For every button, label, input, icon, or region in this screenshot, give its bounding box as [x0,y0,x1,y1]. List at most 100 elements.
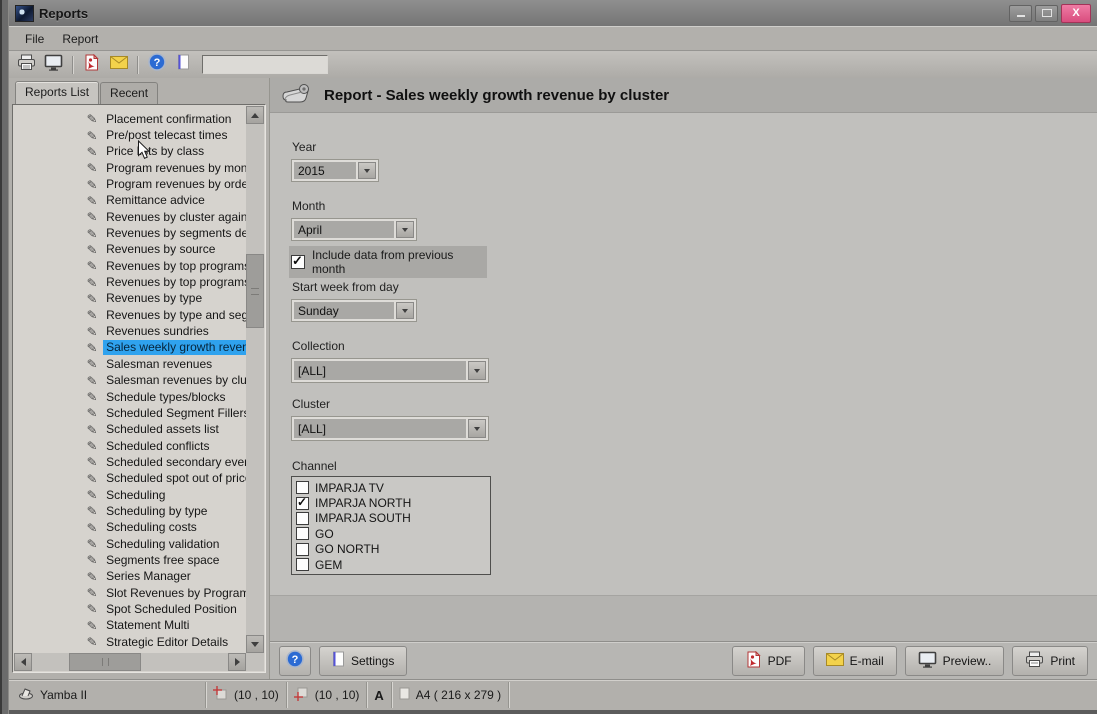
report-list-item[interactable]: ✎ Scheduled Segment Fillers [14,405,246,421]
chevron-down-icon [402,228,408,235]
channel-checkbox[interactable] [296,481,309,494]
report-list-item[interactable]: ✎ Revenues by segments deta [14,225,246,241]
report-list-item[interactable]: ✎ Segments free space [14,552,246,568]
email-button[interactable]: E-mail [813,646,897,676]
print-toolbar-button[interactable] [14,53,39,76]
preview-toolbar-button[interactable] [41,53,66,76]
scroll-down-button[interactable] [246,635,264,653]
include-previous-row[interactable]: Include data from previous month [289,246,487,278]
channel-option[interactable]: GO NORTH [296,542,490,557]
month-dropdown-arrow[interactable] [396,221,414,238]
settings-button[interactable]: Settings [319,646,407,676]
report-list-item[interactable]: ✎ Scheduled secondary events [14,454,246,470]
pdf-icon [83,54,100,76]
include-previous-checkbox[interactable] [291,255,305,269]
horizontal-scroll-thumb[interactable] [69,653,141,671]
report-list-item[interactable]: ✎ Price lists by class [14,144,246,160]
channel-listbox[interactable]: IMPARJA TV IMPARJA NORTH IMPARJA SOUTH [291,476,491,575]
minimize-button[interactable] [1009,5,1032,22]
email-icon [826,653,844,669]
report-list-item[interactable]: ✎ Strategic Editor Details [14,634,246,650]
report-list-item[interactable]: ✎ Revenues by top programs F [14,274,246,290]
tab[interactable]: Reports List [15,81,99,104]
year-dropdown-arrow[interactable] [358,162,376,179]
email-toolbar-button[interactable] [106,53,131,76]
status-profile: Yamba II [11,682,206,708]
report-list-item[interactable]: ✎ Remittance advice [14,193,246,209]
pdf-toolbar-button[interactable] [79,53,104,76]
collection-dropdown-arrow[interactable] [468,361,486,380]
channel-checkbox[interactable] [296,558,309,571]
report-list-item[interactable]: ✎ Revenues by cluster against [14,209,246,225]
channel-option[interactable]: GO [296,526,490,541]
cluster-dropdown[interactable]: [ALL] [291,416,489,441]
svg-text:?: ? [153,57,160,69]
report-list-item[interactable]: ✎ Series Manager [14,569,246,585]
toolbar: ? [9,50,1097,78]
toolbar-input[interactable] [202,55,328,74]
report-list-item[interactable]: ✎ Revenues by source [14,242,246,258]
cluster-dropdown-arrow[interactable] [468,419,486,438]
report-list-item[interactable]: ✎ Salesman revenues [14,356,246,372]
pdf-button[interactable]: PDF [732,646,805,676]
tab[interactable]: Recent [100,82,158,104]
menu-report[interactable]: Report [54,29,106,49]
help-toolbar-button[interactable]: ? [144,53,169,76]
channel-checkbox[interactable] [296,497,309,510]
report-list-item[interactable]: ✎ Scheduling by type [14,503,246,519]
page-toolbar-button[interactable] [171,53,196,76]
channel-checkbox[interactable] [296,543,309,556]
scroll-left-button[interactable] [14,653,32,671]
channel-option[interactable]: IMPARJA TV [296,480,490,495]
report-list-item[interactable]: ✎ Pre/post telecast times [14,127,246,143]
year-dropdown[interactable]: 2015 [291,159,379,182]
report-list-item[interactable]: ✎ Scheduled assets list [14,422,246,438]
horizontal-scrollbar[interactable] [14,653,246,671]
report-list-item[interactable]: ✎ Scheduling [14,487,246,503]
menu-file[interactable]: File [17,29,52,49]
scroll-up-button[interactable] [246,106,264,124]
report-list-item[interactable]: ✎ Statement Multi [14,618,246,634]
close-button[interactable]: X [1061,4,1091,23]
report-list-item[interactable]: ✎ Slot Revenues by Programs [14,585,246,601]
channel-option[interactable]: IMPARJA SOUTH [296,511,490,526]
maximize-button[interactable] [1035,5,1058,22]
preview-button[interactable]: Preview.. [905,646,1005,676]
channel-checkbox[interactable] [296,512,309,525]
report-item-icon: ✎ [86,619,97,633]
report-list-item[interactable]: ✎ Placement confirmation [14,111,246,127]
month-dropdown[interactable]: April [291,218,417,241]
report-panel: Report - Sales weekly growth revenue by … [269,78,1097,679]
chevron-down-icon [402,309,408,316]
report-list-item[interactable]: ✎ Schedule types/blocks [14,389,246,405]
report-item-icon: ✎ [86,308,97,322]
start-week-dropdown-arrow[interactable] [396,302,414,319]
report-list-item[interactable]: ✎ Scheduled spot out of price l [14,471,246,487]
collection-dropdown[interactable]: [ALL] [291,358,489,383]
report-list-item[interactable]: ✎ Revenues sundries [14,323,246,339]
report-list-item[interactable]: ✎ Program revenues by order [14,176,246,192]
report-list-item[interactable]: ✎ Program revenues by month [14,160,246,176]
vertical-scroll-thumb[interactable] [246,254,264,328]
report-list-item[interactable]: ✎ Revenues by type and segm [14,307,246,323]
start-week-dropdown[interactable]: Sunday [291,299,417,322]
status-margin-bottom: (10 , 10) [287,682,368,708]
report-list-item[interactable]: ✎ Scheduled conflicts [14,438,246,454]
status-bar: Yamba II (10 , 10) (10 , 10) A A4 ( 216 [9,679,1097,710]
report-list-item[interactable]: ✎ Revenues by top programs [14,258,246,274]
scroll-right-button[interactable] [228,653,246,671]
margin-top-left-icon [213,686,228,704]
report-list-item[interactable]: ✎ Scheduling costs [14,520,246,536]
title-bar[interactable]: Reports X [9,0,1097,26]
report-list-item[interactable]: ✎ Spot Scheduled Position [14,601,246,617]
vertical-scrollbar[interactable] [246,106,264,653]
channel-checkbox[interactable] [296,527,309,540]
report-list-item[interactable]: ✎ Salesman revenues by cluste [14,373,246,389]
print-button[interactable]: Print [1012,646,1088,676]
report-list-item[interactable]: ✎ Revenues by type [14,291,246,307]
report-list-item[interactable]: ✎ Scheduling validation [14,536,246,552]
channel-option[interactable]: IMPARJA NORTH [296,495,490,510]
report-list-item[interactable]: ✎ Sales weekly growth revenu [14,340,246,356]
channel-option[interactable]: GEM [296,557,490,572]
help-button[interactable]: ? [279,646,311,676]
